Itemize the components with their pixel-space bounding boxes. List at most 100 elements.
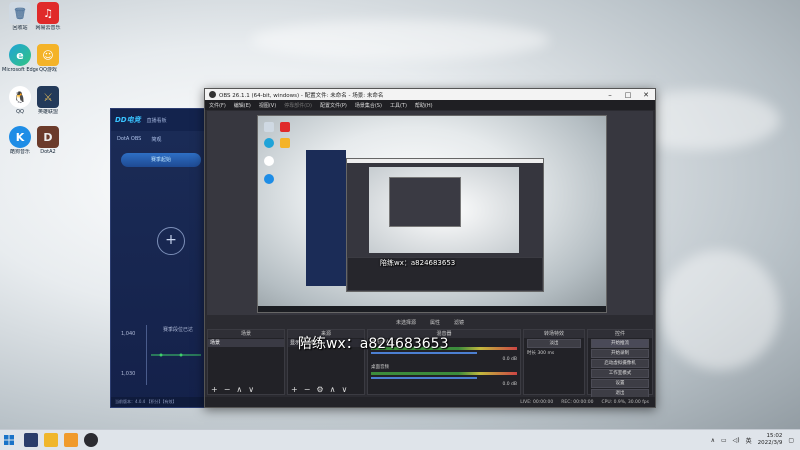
wallpaper-streak	[660, 250, 780, 370]
add-icon[interactable]: +	[211, 385, 218, 394]
nav-item-live[interactable]: 直播看板	[147, 117, 167, 124]
no-source-label: 未选择源	[395, 319, 416, 326]
duration-row: 时长 300 ms	[524, 349, 584, 357]
rank-y-low: 1,030	[121, 371, 136, 377]
chevron-up-icon[interactable]: ∧	[711, 437, 715, 444]
obs-window-title: OBS 26.1.1 (64-bit, windows) - 配置文件: 未命名…	[219, 92, 384, 99]
netease-music-icon[interactable]: ♫ 网易云音乐	[30, 2, 66, 31]
windows-taskbar: ∧ ▭ ◁) 英 15:02 2022/3/9 ▢	[0, 429, 800, 450]
studio-mode-button[interactable]: 工作室模式	[591, 369, 649, 378]
remove-icon[interactable]: −	[224, 385, 231, 394]
add-icon[interactable]: +	[291, 385, 298, 394]
app-taskbar-icon[interactable]	[64, 433, 78, 447]
mixer-db: 0.0 dB	[502, 357, 517, 362]
game-glyph: ☺	[37, 44, 59, 66]
qq-game-icon[interactable]: ☺ QQ游戏	[30, 44, 66, 73]
season-start-button[interactable]: 赛季起始	[121, 153, 201, 167]
obs-taskbar-icon[interactable]	[84, 433, 98, 447]
duration-label: 时长	[527, 351, 536, 356]
esports-app-logo: DD电竞	[115, 116, 141, 124]
menu-profile[interactable]: 配置文件(P)	[320, 102, 347, 109]
virtual-camera-button[interactable]: 启动虚拟摄像机	[591, 359, 649, 368]
rec-status: REC: 00:00:00	[561, 399, 594, 405]
menu-file[interactable]: 文件(F)	[209, 102, 226, 109]
music-glyph: ♫	[37, 2, 59, 24]
windows-icon	[4, 435, 14, 445]
mini-desktop-icon	[264, 138, 274, 148]
clock-date: 2022/3/9	[757, 440, 783, 446]
start-streaming-button[interactable]: 开始推流	[591, 339, 649, 348]
overlay-watermark-small: 陪练wx：a824683653	[380, 259, 456, 267]
notification-icon[interactable]: ▢	[788, 437, 794, 444]
menu-scene-collection[interactable]: 场景集合(S)	[355, 102, 382, 109]
rank-line	[151, 353, 201, 357]
gear-icon[interactable]: ⚙	[316, 385, 323, 394]
scenes-footer: + − ∧ ∨	[208, 384, 284, 394]
dota-glyph: D	[37, 126, 59, 148]
rank-chart: 赛季段位已达 1,040 1,030	[121, 325, 209, 385]
desktop-icon-label: QQ游戏	[39, 67, 57, 73]
add-icon[interactable]: +	[157, 227, 185, 255]
penguin-glyph: 🐧	[9, 86, 31, 108]
desktop-icon-label: 网易云音乐	[35, 25, 61, 31]
properties-button[interactable]: 属性	[430, 319, 440, 326]
volume-slider[interactable]	[371, 377, 478, 379]
up-icon[interactable]: ∧	[236, 385, 242, 394]
wallpaper-streak	[250, 20, 550, 60]
up-icon[interactable]: ∧	[330, 385, 336, 394]
ime-indicator[interactable]: 英	[746, 436, 752, 445]
menu-edit[interactable]: 编辑(E)	[234, 102, 251, 109]
duration-input[interactable]: 300 ms	[537, 351, 554, 356]
mini-taskbar	[258, 306, 606, 312]
mini-desktop-icon	[264, 156, 274, 166]
scene-item[interactable]: 场景	[208, 339, 284, 347]
volume-icon[interactable]: ◁)	[733, 437, 740, 444]
clock[interactable]: 15:02 2022/3/9	[758, 433, 783, 447]
start-button[interactable]	[0, 430, 18, 450]
mixer-db: 0.0 dB	[502, 382, 517, 387]
menu-view[interactable]: 视图(V)	[259, 102, 276, 109]
minimize-icon[interactable]: –	[601, 91, 619, 99]
audio-meter	[371, 372, 517, 375]
esports-app-window[interactable]: DD电竞 直播看板 DotA OBS 简观 赛季起始 + 赛季段位已达 1,04…	[110, 108, 212, 408]
esports-taskbar-icon[interactable]	[24, 433, 38, 447]
menu-tools[interactable]: 工具(T)	[390, 102, 407, 109]
file-explorer-icon[interactable]	[44, 433, 58, 447]
controls-title: 控件	[588, 330, 652, 338]
dota2-icon[interactable]: D DotA2	[30, 126, 66, 155]
cpu-status: CPU: 0.9%, 30.00 fps	[601, 399, 650, 405]
remove-icon[interactable]: −	[304, 385, 311, 394]
filters-button[interactable]: 滤镜	[454, 319, 464, 326]
mixer-channel-label: 桌面音频	[371, 365, 389, 370]
mini-desktop-icon	[264, 122, 274, 132]
network-icon[interactable]: ▭	[721, 437, 727, 444]
system-tray: ∧ ▭ ◁) 英 15:02 2022/3/9 ▢	[711, 433, 800, 447]
obs-titlebar[interactable]: OBS 26.1.1 (64-bit, windows) - 配置文件: 未命名…	[205, 89, 655, 100]
settings-button[interactable]: 设置	[591, 379, 649, 388]
live-status: LIVE: 00:00:00	[520, 399, 554, 405]
down-icon[interactable]: ∨	[248, 385, 254, 394]
down-icon[interactable]: ∨	[341, 385, 347, 394]
tab-dota-obs[interactable]: DotA OBS	[117, 136, 141, 142]
transition-select[interactable]: 淡出	[527, 339, 581, 348]
obs-window[interactable]: OBS 26.1.1 (64-bit, windows) - 配置文件: 未命名…	[204, 88, 656, 408]
transitions-title: 转场特效	[524, 330, 584, 338]
mini-desktop-icon	[280, 138, 290, 148]
start-recording-button[interactable]: 开始录制	[591, 349, 649, 358]
maximize-icon[interactable]: □	[619, 91, 637, 99]
tab-simple[interactable]: 简观	[151, 136, 161, 143]
edge-glyph: e	[9, 44, 31, 66]
lol-icon[interactable]: ⚔ 英雄联盟	[30, 86, 66, 115]
menu-help[interactable]: 帮助(H)	[415, 102, 433, 109]
obs-logo-icon	[209, 91, 216, 98]
lol-glyph: ⚔	[37, 86, 59, 108]
obs-statusbar: LIVE: 00:00:00 REC: 00:00:00 CPU: 0.9%, …	[205, 397, 655, 407]
recycle-bin-glyph: 🗑	[9, 2, 31, 24]
transitions-dock: 转场特效 淡出 时长 300 ms	[523, 329, 585, 395]
obs-preview[interactable]	[207, 111, 653, 315]
close-icon[interactable]: ✕	[637, 91, 655, 99]
clock-time: 15:02	[766, 433, 783, 439]
esports-app-header: DD电竞 直播看板	[111, 109, 211, 131]
rank-chart-title: 赛季段位已达	[163, 327, 194, 333]
menu-docks[interactable]: 停靠部件(D)	[284, 102, 312, 109]
